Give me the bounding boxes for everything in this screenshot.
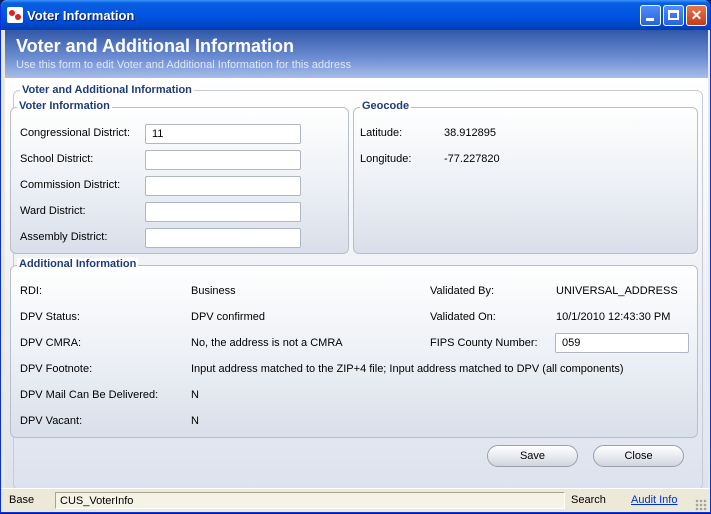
- page-subtitle: Use this form to edit Voter and Addition…: [16, 59, 352, 71]
- rdi-label: RDI:: [20, 285, 42, 297]
- title-bar[interactable]: Voter Information ✕: [1, 0, 710, 30]
- additional-information-panel: Additional Information RDI: Business DPV…: [10, 258, 698, 438]
- maximize-icon: [668, 10, 679, 20]
- app-icon: [7, 7, 23, 23]
- validated-on-value: 10/1/2010 12:43:30 PM: [556, 311, 671, 323]
- assembly-district-field[interactable]: [145, 228, 301, 248]
- commission-district-label: Commission District:: [20, 179, 121, 191]
- audit-info-link[interactable]: Audit Info: [627, 492, 689, 509]
- form-header: Voter and Additional Information Use thi…: [5, 30, 708, 78]
- page-title: Voter and Additional Information: [16, 36, 294, 56]
- fips-county-label: FIPS County Number:: [430, 337, 538, 349]
- status-bar: Base CUS_VoterInfo Search Audit Info: [1, 488, 710, 512]
- assembly-district-label: Assembly District:: [20, 231, 108, 243]
- geocode-title: Geocode: [360, 100, 412, 112]
- minimize-button[interactable]: [640, 5, 661, 26]
- dpv-cmra-value: No, the address is not a CMRA: [191, 337, 343, 349]
- close-icon: ✕: [690, 7, 703, 23]
- fips-county-field[interactable]: [555, 333, 689, 353]
- form-body: Voter and Additional Information Voter I…: [5, 78, 708, 490]
- dpv-mail-label: DPV Mail Can Be Delivered:: [20, 389, 159, 401]
- latitude-label: Latitude:: [360, 127, 403, 139]
- dpv-mail-value: N: [191, 389, 199, 401]
- status-search[interactable]: Search: [567, 492, 625, 509]
- congressional-district-label: Congressional District:: [20, 127, 131, 139]
- dpv-vacant-label: DPV Vacant:: [20, 415, 83, 427]
- voter-information-title: Voter Information: [17, 100, 112, 112]
- commission-district-field[interactable]: [145, 176, 301, 196]
- save-button[interactable]: Save: [487, 445, 578, 467]
- maximize-button[interactable]: [663, 5, 684, 26]
- geocode-panel: Geocode Latitude: 38.912895 Longitude: -…: [353, 100, 698, 254]
- minimize-icon: [646, 18, 654, 21]
- latitude-value: 38.912895: [444, 127, 496, 139]
- dpv-cmra-label: DPV CMRA:: [20, 337, 82, 349]
- rdi-value: Business: [191, 285, 236, 297]
- longitude-value: -77.227820: [444, 153, 500, 165]
- close-button[interactable]: Close: [593, 445, 684, 467]
- window-title: Voter Information: [27, 8, 135, 23]
- validated-on-label: Validated On:: [430, 311, 496, 323]
- dpv-footnote-value: Input address matched to the ZIP+4 file;…: [191, 363, 624, 375]
- ward-district-label: Ward District:: [20, 205, 86, 217]
- school-district-label: School District:: [20, 153, 94, 165]
- ward-district-field[interactable]: [145, 202, 301, 222]
- congressional-district-field[interactable]: [145, 124, 301, 144]
- status-form-name: CUS_VoterInfo: [55, 492, 565, 509]
- dpv-status-value: DPV confirmed: [191, 311, 265, 323]
- school-district-field[interactable]: [145, 150, 301, 170]
- dpv-footnote-label: DPV Footnote:: [20, 363, 93, 375]
- validated-by-label: Validated By:: [430, 285, 495, 297]
- resize-grip-icon[interactable]: [695, 499, 707, 511]
- longitude-label: Longitude:: [360, 153, 412, 165]
- dpv-vacant-value: N: [191, 415, 199, 427]
- dpv-status-label: DPV Status:: [20, 311, 80, 323]
- voter-information-panel: Voter Information Congressional District…: [10, 100, 349, 254]
- voter-information-window: Voter Information ✕ Voter and Additional…: [0, 0, 711, 513]
- status-base: Base: [9, 494, 35, 506]
- close-window-button[interactable]: ✕: [686, 5, 707, 26]
- outer-group-title: Voter and Additional Information: [20, 84, 194, 96]
- validated-by-value: UNIVERSAL_ADDRESS: [556, 285, 678, 297]
- additional-information-title: Additional Information: [17, 258, 139, 270]
